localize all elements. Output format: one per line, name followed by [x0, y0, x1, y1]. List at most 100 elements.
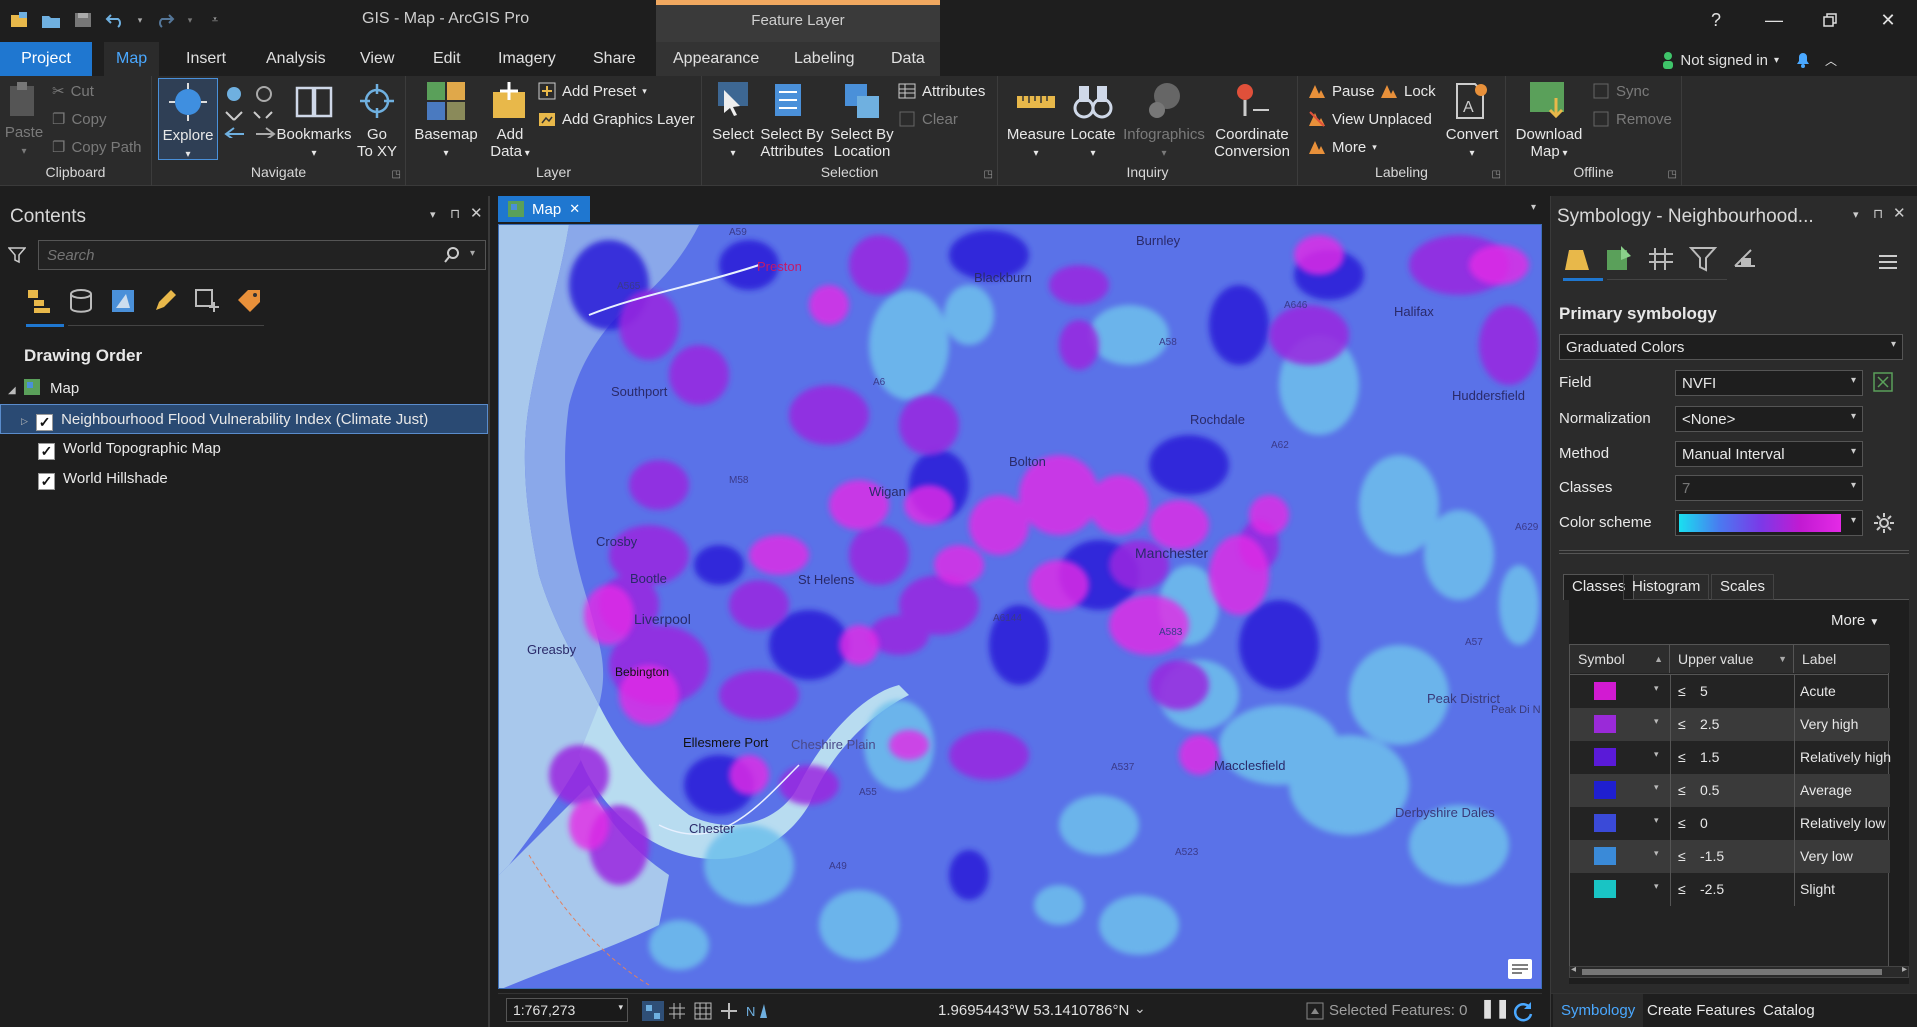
remove-button[interactable]: Remove [1592, 110, 1672, 128]
filter-icon[interactable] [8, 246, 26, 264]
class-upper-value[interactable]: 0 [1700, 815, 1708, 831]
pause-drawing-icon[interactable]: ❚❚ [1480, 998, 1510, 1019]
tab-view[interactable]: View [348, 42, 406, 76]
snapping-icon[interactable] [720, 1002, 738, 1020]
locate-button[interactable]: Locate ▾ [1068, 80, 1118, 162]
splitter-handle[interactable] [1559, 550, 1909, 554]
paste-button[interactable]: Paste ▾ [4, 80, 44, 160]
list-by-data-source-icon[interactable] [68, 288, 94, 314]
symbol-dropdown-icon[interactable]: ▾ [1654, 782, 1659, 793]
tab-map[interactable]: Map [104, 42, 160, 76]
toc-map-node[interactable]: ◢ Map [0, 374, 488, 404]
tab-share[interactable]: Share [581, 42, 648, 76]
open-project-icon[interactable] [40, 10, 62, 30]
select-by-location-button[interactable]: Select By Location [826, 80, 898, 160]
expression-icon[interactable] [1873, 372, 1893, 392]
column-header-symbol[interactable]: Symbol ▲ [1570, 645, 1670, 673]
list-by-drawing-order-icon[interactable] [26, 288, 52, 314]
new-project-icon[interactable] [8, 10, 30, 30]
layer-visibility-checkbox[interactable]: ✓ [36, 414, 54, 431]
cut-button[interactable]: ✂ Cut [52, 82, 94, 101]
class-upper-value[interactable]: 1.5 [1700, 749, 1719, 765]
gear-icon[interactable] [1873, 512, 1895, 534]
class-symbol-swatch[interactable] [1594, 880, 1616, 898]
selection-launcher-icon[interactable]: ◳ [984, 169, 993, 180]
class-upper-value[interactable]: -2.5 [1700, 881, 1724, 897]
views-dropdown-icon[interactable]: ▾ [1531, 202, 1536, 213]
class-row[interactable]: ▾ ≤1.5 Relatively high [1570, 741, 1891, 774]
class-label[interactable]: Very low [1800, 848, 1853, 864]
contents-search-input[interactable] [38, 240, 486, 270]
advanced-symbology-icon[interactable] [1731, 244, 1759, 272]
add-preset-button[interactable]: Add Preset ▾ [538, 82, 647, 100]
restore-icon[interactable] [1810, 6, 1850, 34]
class-row[interactable]: ▾ ≤2.5 Very high [1570, 708, 1890, 741]
coordinate-format-chevron-icon[interactable]: ⌄ [1134, 1000, 1146, 1017]
grid-toggle-icon[interactable] [668, 1002, 686, 1020]
view-unplaced-button[interactable]: View Unplaced [1308, 110, 1432, 128]
column-header-upper-value[interactable]: Upper value ▼ [1670, 645, 1794, 673]
scrollbar-thumb[interactable] [1582, 969, 1882, 975]
class-label[interactable]: Relatively high [1800, 749, 1891, 765]
tab-edit[interactable]: Edit [421, 42, 473, 76]
map-canvas[interactable]: Preston Blackburn Burnley Halifax Hudder… [498, 224, 1542, 989]
tab-analysis[interactable]: Analysis [254, 42, 338, 76]
copy-path-button[interactable]: ❐ Copy Path [52, 138, 142, 157]
help-button[interactable]: ? [1696, 6, 1736, 34]
add-graphics-layer-button[interactable]: Add Graphics Layer [538, 110, 695, 128]
close-pane-icon[interactable]: ✕ [470, 204, 483, 222]
column-header-label[interactable]: Label [1794, 645, 1890, 673]
normalization-select[interactable]: <None> ▾ [1675, 406, 1863, 432]
expand-layer-icon[interactable]: ▷ [21, 416, 28, 426]
toc-layer-row[interactable]: ✓ World Hillshade [0, 464, 488, 494]
add-data-button[interactable]: Add Data ▾ [484, 80, 536, 162]
labeling-launcher-icon[interactable]: ◳ [1492, 169, 1501, 180]
more-labeling-button[interactable]: More ▾ [1308, 138, 1377, 156]
class-upper-value[interactable]: 5 [1700, 683, 1708, 699]
tab-appearance[interactable]: Appearance [661, 42, 771, 76]
tab-project[interactable]: Project [0, 42, 92, 76]
close-map-tab-icon[interactable]: ✕ [569, 201, 580, 217]
select-button[interactable]: Select ▾ [708, 80, 758, 162]
toc-layer-row[interactable]: ▷ ✓ Neighbourhood Flood Vulnerability Ind… [0, 404, 488, 434]
symbol-dropdown-icon[interactable]: ▾ [1654, 815, 1659, 826]
expand-collapse-icon[interactable]: ◢ [8, 385, 16, 396]
undo-dropdown-icon[interactable]: ▾ [136, 10, 144, 30]
class-symbol-swatch[interactable] [1594, 715, 1616, 733]
filter-symbology-icon[interactable] [1689, 244, 1717, 272]
tab-create-features[interactable]: Create Features [1639, 994, 1763, 1027]
list-by-snapping-icon[interactable] [194, 288, 220, 314]
layer-visibility-checkbox[interactable]: ✓ [38, 443, 55, 460]
class-label[interactable]: Slight [1800, 881, 1835, 897]
redo-icon[interactable] [154, 10, 176, 30]
save-project-icon[interactable] [72, 10, 94, 30]
list-by-editing-icon[interactable] [152, 288, 178, 314]
class-symbol-swatch[interactable] [1594, 781, 1616, 799]
tab-scales[interactable]: Scales [1711, 574, 1775, 600]
search-options-chevron-icon[interactable]: ▾ [470, 248, 475, 259]
pane-menu-chevron-icon[interactable]: ▾ [1853, 208, 1859, 221]
class-row[interactable]: ▾ ≤5 Acute [1570, 675, 1890, 708]
explore-button[interactable]: Explore ▾ [158, 78, 218, 160]
convert-button[interactable]: A Convert ▾ [1444, 80, 1500, 162]
pause-labeling-button[interactable]: Pause [1308, 82, 1375, 100]
select-by-attributes-button[interactable]: Select By Attributes [756, 80, 828, 160]
tab-labeling[interactable]: Labeling [782, 42, 867, 76]
tab-imagery[interactable]: Imagery [486, 42, 568, 76]
renderer-select[interactable]: Graduated Colors ▾ [1559, 334, 1903, 360]
scale-selector[interactable]: 1:767,273 ▾ [506, 998, 628, 1022]
class-label[interactable]: Average [1800, 782, 1852, 798]
symbol-dropdown-icon[interactable]: ▾ [1654, 716, 1659, 727]
north-arrow-icon[interactable]: N [746, 1002, 768, 1020]
tab-histogram[interactable]: Histogram [1623, 574, 1710, 600]
class-label[interactable]: Very high [1800, 716, 1858, 732]
tab-data[interactable]: Data [879, 42, 937, 76]
field-select[interactable]: NVFI ▾ [1675, 370, 1863, 396]
list-by-selection-icon[interactable] [110, 288, 136, 314]
redo-dropdown-icon[interactable]: ▾ [186, 10, 194, 30]
class-row[interactable]: ▾ ≤0 Relatively low [1570, 807, 1890, 840]
class-row[interactable]: ▾ ≤ -1.5 Very low [1570, 840, 1890, 873]
notification-bell-icon[interactable] [1793, 50, 1813, 70]
download-map-button[interactable]: Download Map ▾ [1512, 80, 1586, 162]
table-grid-icon[interactable] [694, 1002, 712, 1020]
